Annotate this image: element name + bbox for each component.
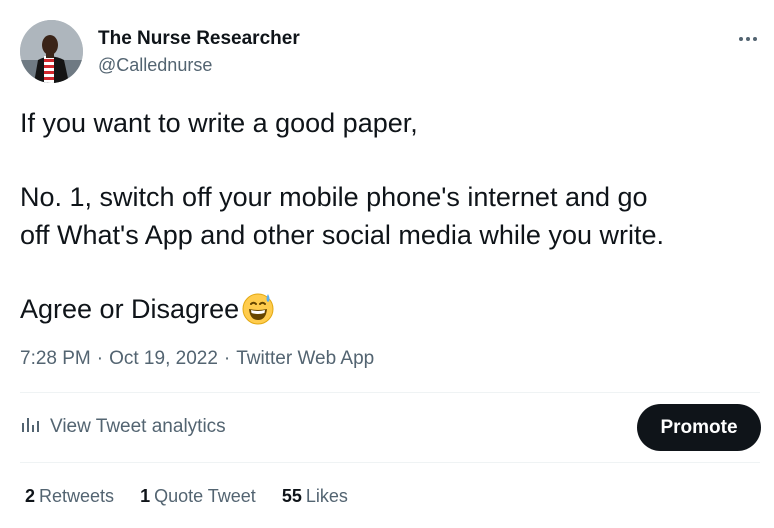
more-options-icon[interactable] xyxy=(733,28,763,50)
meta-separator: · xyxy=(96,348,104,369)
promote-button[interactable]: Promote xyxy=(637,404,761,451)
tweet-text: If you want to write a good paper, No. 1… xyxy=(20,104,760,336)
analytics-label: View Tweet analytics xyxy=(50,416,226,437)
tweet-line: If you want to write a good paper, xyxy=(20,108,418,138)
author-name[interactable]: The Nurse Researcher xyxy=(98,27,300,51)
author-handle[interactable]: @Callednurse xyxy=(98,53,212,77)
avatar[interactable] xyxy=(20,20,83,83)
retweets-count: 2 xyxy=(25,486,36,506)
divider xyxy=(20,462,760,463)
likes-label: Likes xyxy=(305,486,348,506)
analytics-icon xyxy=(20,414,40,440)
quotes-count: 1 xyxy=(140,486,151,506)
tweet-line: No. 1, switch off your mobile phone's in… xyxy=(20,182,648,212)
tweet-stats: 2 Retweets 1 Quote Tweet 55 Likes xyxy=(25,486,348,507)
tweet-time[interactable]: 7:28 PM xyxy=(20,348,91,369)
quote-tweets-stat[interactable]: 1 Quote Tweet xyxy=(140,486,256,507)
tweet-meta: 7:28 PM · Oct 19, 2022 · Twitter Web App xyxy=(20,346,374,372)
grinning-face-with-sweat-icon xyxy=(241,292,275,336)
tweet-source[interactable]: Twitter Web App xyxy=(236,348,374,369)
view-analytics-link[interactable]: View Tweet analytics xyxy=(20,414,226,440)
tweet-line: off What's App and other social media wh… xyxy=(20,220,664,250)
quotes-label: Quote Tweet xyxy=(154,486,256,506)
tweet-line: Agree or Disagree xyxy=(20,290,760,336)
tweet-line-text: Agree or Disagree xyxy=(20,294,240,324)
likes-count: 55 xyxy=(281,486,302,506)
tweet-date[interactable]: Oct 19, 2022 xyxy=(109,348,218,369)
likes-stat[interactable]: 55 Likes xyxy=(282,486,348,507)
divider xyxy=(20,392,760,393)
meta-separator: · xyxy=(223,348,231,369)
retweets-label: Retweets xyxy=(39,486,115,506)
retweets-stat[interactable]: 2 Retweets xyxy=(25,486,114,507)
